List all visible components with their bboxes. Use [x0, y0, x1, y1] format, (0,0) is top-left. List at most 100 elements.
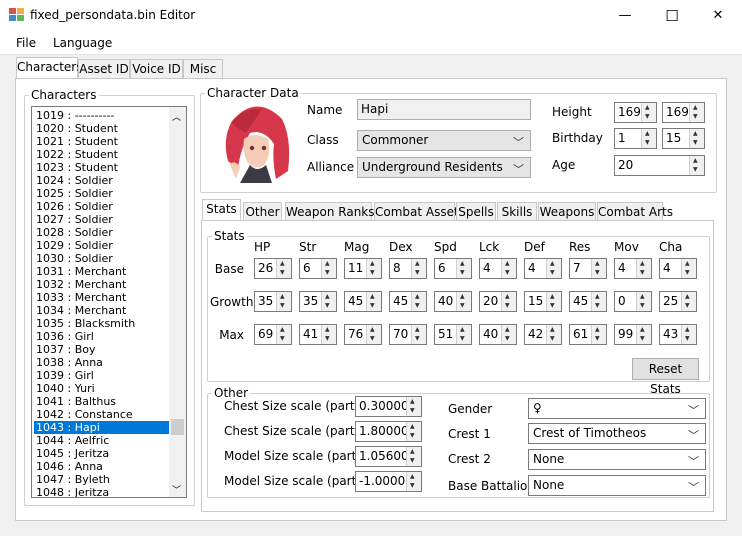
stat-growth-mag-stepper[interactable]: 45 ▲ ▼ — [344, 291, 382, 312]
character-list-item[interactable]: 1022 : Student — [34, 148, 170, 161]
spin-icon[interactable]: ▲ ▼ — [681, 325, 696, 344]
stat-max-cha-stepper[interactable]: 43 ▲ ▼ — [659, 324, 697, 345]
spin-icon[interactable]: ▲ ▼ — [689, 156, 704, 175]
character-list-item[interactable]: 1042 : Constance — [34, 408, 170, 421]
spin-icon[interactable]: ▲ ▼ — [546, 325, 561, 344]
spin-icon[interactable]: ▲ ▼ — [681, 259, 696, 278]
character-list-item[interactable]: 1034 : Merchant — [34, 304, 170, 317]
spin-icon[interactable]: ▲ ▼ — [591, 325, 606, 344]
spin-icon[interactable]: ▲ ▼ — [366, 325, 381, 344]
tab-misc[interactable]: Misc — [183, 59, 223, 79]
close-button[interactable]: ✕ — [695, 0, 741, 31]
stat-base-def-stepper[interactable]: 4 ▲ ▼ — [524, 258, 562, 279]
stat-base-res-stepper[interactable]: 7 ▲ ▼ — [569, 258, 607, 279]
tab-combat-assets[interactable]: Combat Assets — [374, 202, 465, 222]
stat-growth-spd-stepper[interactable]: 40 ▲ ▼ — [434, 291, 472, 312]
spin-icon[interactable]: ▲ ▼ — [636, 292, 651, 311]
character-list-item[interactable]: 1046 : Anna — [34, 460, 170, 473]
reset-stats-button[interactable]: Reset Stats — [632, 358, 699, 396]
stat-base-hp-stepper[interactable]: 26 ▲ ▼ — [254, 258, 292, 279]
spin-icon[interactable]: ▲ ▼ — [276, 292, 291, 311]
stat-base-cha-stepper[interactable]: 4 ▲ ▼ — [659, 258, 697, 279]
stat-growth-dex-stepper[interactable]: 45 ▲ ▼ — [389, 291, 427, 312]
tab-weapon-ranks[interactable]: Weapon Ranks — [285, 202, 375, 222]
spin-icon[interactable]: ▲ ▼ — [636, 325, 651, 344]
character-list-item[interactable]: 1037 : Boy — [34, 343, 170, 356]
character-list-item[interactable]: 1041 : Balthus — [34, 395, 170, 408]
stat-max-mag-stepper[interactable]: 76 ▲ ▼ — [344, 324, 382, 345]
character-list-item[interactable]: 1039 : Girl — [34, 369, 170, 382]
spin-icon[interactable]: ▲ ▼ — [411, 259, 426, 278]
gender-select[interactable]: ♀ ﹀ — [528, 398, 706, 419]
character-list-item[interactable]: 1024 : Soldier — [34, 174, 170, 187]
birthday-day-stepper[interactable]: 15 ▲ ▼ — [662, 128, 705, 149]
stat-base-dex-stepper[interactable]: 8 ▲ ▼ — [389, 258, 427, 279]
stat-growth-def-stepper[interactable]: 15 ▲ ▼ — [524, 291, 562, 312]
stat-base-str-stepper[interactable]: 6 ▲ ▼ — [299, 258, 337, 279]
character-list-item[interactable]: 1029 : Soldier — [34, 239, 170, 252]
character-list-item[interactable]: 1048 : Jeritza — [34, 486, 170, 497]
spin-icon[interactable]: ▲ ▼ — [276, 325, 291, 344]
stat-max-spd-stepper[interactable]: 51 ▲ ▼ — [434, 324, 472, 345]
tab-weapons[interactable]: Weapons — [538, 202, 596, 222]
model-size-part1-stepper[interactable]: 1.056000 ▲ ▼ — [355, 446, 422, 467]
character-list-item[interactable]: 1025 : Soldier — [34, 187, 170, 200]
tab-voice-id[interactable]: Voice ID — [130, 59, 183, 79]
character-list-item[interactable]: 1038 : Anna — [34, 356, 170, 369]
spin-icon[interactable]: ▲ ▼ — [636, 259, 651, 278]
stat-growth-hp-stepper[interactable]: 35 ▲ ▼ — [254, 291, 292, 312]
character-listbox[interactable]: 1019 : ---------- 1020 : Student 1021 : St… — [31, 106, 187, 498]
scroll-up-icon[interactable]: ︿ — [172, 110, 181, 123]
character-list-item[interactable]: 1021 : Student — [34, 135, 170, 148]
character-list-item[interactable]: 1045 : Jeritza — [34, 447, 170, 460]
spin-icon[interactable]: ▲ ▼ — [689, 129, 704, 148]
spin-icon[interactable]: ▲ ▼ — [406, 397, 421, 416]
spin-icon[interactable]: ▲ ▼ — [501, 325, 516, 344]
character-list-item[interactable]: 1040 : Yuri — [34, 382, 170, 395]
height-stepper-2[interactable]: 169 ▲ ▼ — [662, 102, 705, 123]
character-list-item[interactable]: 1027 : Soldier — [34, 213, 170, 226]
scroll-down-icon[interactable]: ﹀ — [172, 483, 181, 496]
tab-spells[interactable]: Spells — [456, 202, 496, 222]
character-list-item[interactable]: 1032 : Merchant — [34, 278, 170, 291]
character-list-item[interactable]: 1030 : Soldier — [34, 252, 170, 265]
spin-icon[interactable]: ▲ ▼ — [411, 325, 426, 344]
stat-growth-mov-stepper[interactable]: 0 ▲ ▼ — [614, 291, 652, 312]
character-list-item[interactable]: 1043 : Hapi — [34, 421, 170, 434]
spin-icon[interactable]: ▲ ▼ — [456, 259, 471, 278]
minimize-button[interactable]: — — [602, 0, 648, 31]
spin-icon[interactable]: ▲ ▼ — [591, 259, 606, 278]
spin-icon[interactable]: ▲ ▼ — [321, 259, 336, 278]
tab-combat-arts[interactable]: Combat Arts — [597, 202, 673, 222]
stat-max-hp-stepper[interactable]: 69 ▲ ▼ — [254, 324, 292, 345]
stat-base-lck-stepper[interactable]: 4 ▲ ▼ — [479, 258, 517, 279]
spin-icon[interactable]: ▲ ▼ — [546, 259, 561, 278]
crest2-select[interactable]: None ﹀ — [528, 449, 706, 470]
stat-max-lck-stepper[interactable]: 40 ▲ ▼ — [479, 324, 517, 345]
spin-icon[interactable]: ▲ ▼ — [681, 292, 696, 311]
character-list-item[interactable]: 1023 : Student — [34, 161, 170, 174]
spin-icon[interactable]: ▲ ▼ — [406, 447, 421, 466]
spin-icon[interactable]: ▲ ▼ — [276, 259, 291, 278]
crest1-select[interactable]: Crest of Timotheos ﹀ — [528, 423, 706, 444]
character-list-item[interactable]: 1044 : Aelfric — [34, 434, 170, 447]
tab-skills[interactable]: Skills — [497, 202, 537, 222]
stat-base-spd-stepper[interactable]: 6 ▲ ▼ — [434, 258, 472, 279]
spin-icon[interactable]: ▲ ▼ — [501, 292, 516, 311]
stat-growth-str-stepper[interactable]: 35 ▲ ▼ — [299, 291, 337, 312]
stat-growth-lck-stepper[interactable]: 20 ▲ ▼ — [479, 291, 517, 312]
tab-stats[interactable]: Stats — [202, 199, 241, 221]
spin-icon[interactable]: ▲ ▼ — [641, 129, 656, 148]
stat-max-mov-stepper[interactable]: 99 ▲ ▼ — [614, 324, 652, 345]
stat-max-str-stepper[interactable]: 41 ▲ ▼ — [299, 324, 337, 345]
tab-characters[interactable]: Characters — [16, 57, 83, 79]
stat-max-dex-stepper[interactable]: 70 ▲ ▼ — [389, 324, 427, 345]
character-list-item[interactable]: 1047 : Byleth — [34, 473, 170, 486]
spin-icon[interactable]: ▲ ▼ — [406, 422, 421, 441]
character-list-item[interactable]: 1033 : Merchant — [34, 291, 170, 304]
character-list-item[interactable]: 1036 : Girl — [34, 330, 170, 343]
spin-icon[interactable]: ▲ ▼ — [591, 292, 606, 311]
character-list-item[interactable]: 1035 : Blacksmith — [34, 317, 170, 330]
spin-icon[interactable]: ▲ ▼ — [411, 292, 426, 311]
character-list-item[interactable]: 1026 : Soldier — [34, 200, 170, 213]
